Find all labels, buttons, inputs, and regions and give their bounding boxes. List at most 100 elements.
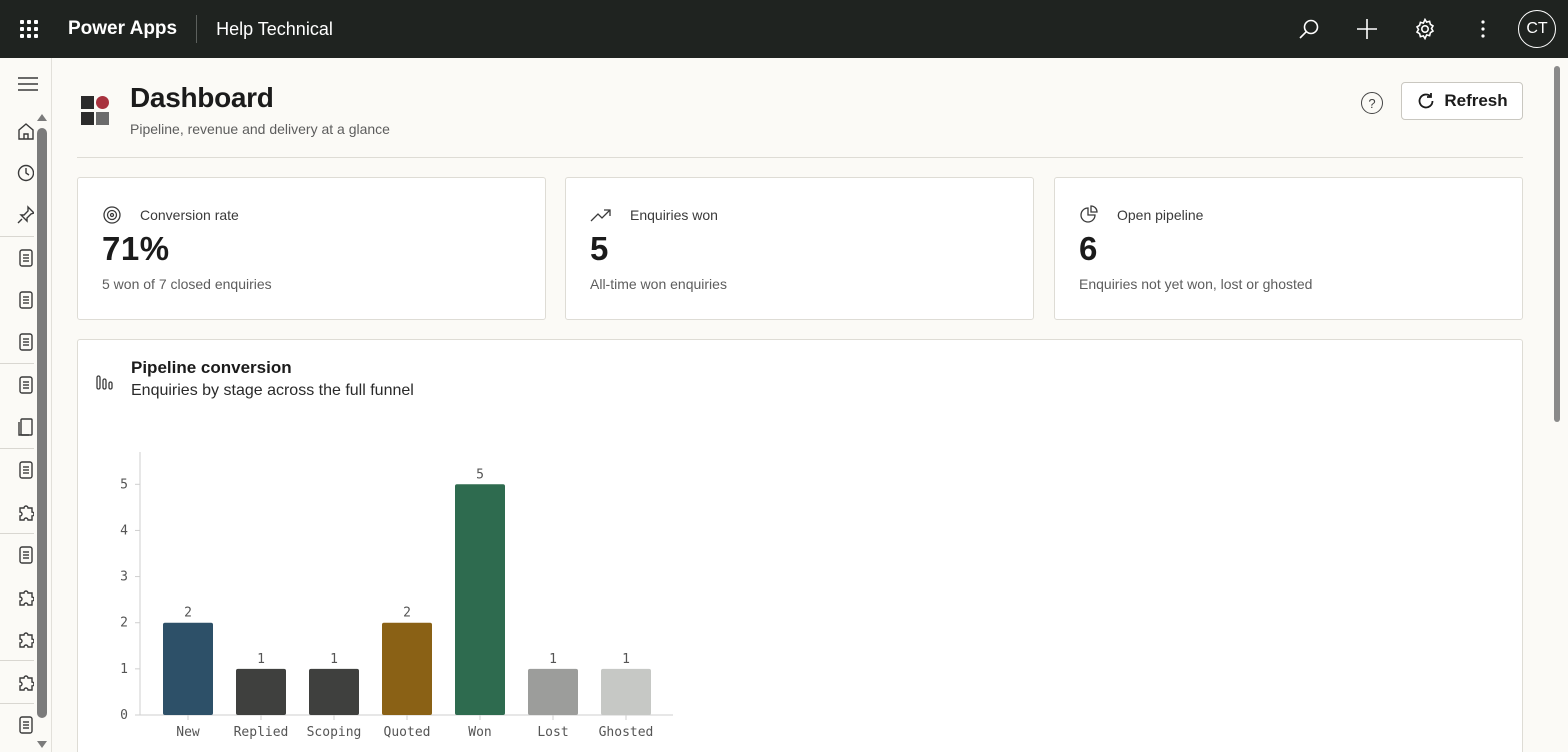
x-tick-label: Lost bbox=[537, 725, 568, 740]
page-header: Dashboard Pipeline, revenue and delivery… bbox=[77, 80, 1523, 158]
scroll-down-arrow-icon[interactable] bbox=[37, 741, 47, 748]
nav-item-entity-9[interactable] bbox=[0, 576, 34, 618]
nav-item-pinned[interactable] bbox=[0, 194, 34, 236]
kpi-note: 5 won of 7 closed enquiries bbox=[102, 276, 272, 292]
x-tick-label: Quoted bbox=[384, 725, 431, 740]
nav-item-entity-8[interactable] bbox=[0, 534, 34, 576]
nav-item-entity-1[interactable] bbox=[0, 237, 34, 279]
kpi-card-open-pipeline: Open pipeline 6 Enquiries not yet won, l… bbox=[1054, 177, 1523, 320]
kpi-note: All-time won enquiries bbox=[590, 276, 727, 292]
nav-item-entity-6[interactable] bbox=[0, 449, 34, 491]
x-tick-label: Won bbox=[468, 725, 491, 740]
nav-item-entity-2[interactable] bbox=[0, 279, 34, 321]
target-icon bbox=[103, 206, 121, 224]
document-icon bbox=[19, 461, 33, 479]
document-icon bbox=[19, 546, 33, 564]
y-tick-label: 3 bbox=[120, 570, 128, 585]
waffle-icon bbox=[20, 20, 38, 38]
nav-item-recent[interactable] bbox=[0, 152, 34, 194]
bar bbox=[455, 484, 505, 715]
document-icon bbox=[19, 249, 33, 267]
kpi-value: 5 bbox=[590, 230, 609, 267]
bar bbox=[601, 668, 651, 715]
environment-name[interactable]: Help Technical bbox=[216, 19, 333, 40]
nav-toggle-button[interactable] bbox=[18, 76, 38, 97]
user-avatar[interactable]: CT bbox=[1518, 10, 1556, 48]
nav-item-entity-5[interactable] bbox=[0, 406, 34, 448]
kpi-cards: Conversion rate 71% 5 won of 7 closed en… bbox=[77, 177, 1523, 320]
document-icon bbox=[19, 716, 33, 734]
kpi-label: Open pipeline bbox=[1117, 207, 1204, 223]
nav-item-entity-4[interactable] bbox=[0, 364, 34, 406]
x-tick-label: New bbox=[176, 725, 200, 740]
kpi-value: 6 bbox=[1079, 230, 1098, 267]
nav-item-entity-10[interactable] bbox=[0, 618, 34, 660]
main-content: Dashboard Pipeline, revenue and delivery… bbox=[53, 58, 1552, 752]
scroll-up-arrow-icon[interactable] bbox=[37, 114, 47, 121]
bar bbox=[309, 668, 359, 715]
nav-item-entity-11[interactable] bbox=[0, 661, 34, 703]
refresh-icon bbox=[1418, 93, 1434, 109]
app-name[interactable]: Power Apps bbox=[68, 18, 177, 40]
pie-chart-icon bbox=[1080, 205, 1098, 223]
page-scrollbar[interactable] bbox=[1552, 58, 1568, 752]
bar-value-label: 5 bbox=[476, 467, 484, 482]
hamburger-icon bbox=[18, 77, 38, 91]
new-button[interactable] bbox=[1338, 0, 1396, 58]
nav-scrollbar[interactable] bbox=[36, 110, 48, 750]
y-tick-label: 5 bbox=[120, 477, 128, 492]
more-vertical-icon bbox=[1481, 20, 1485, 38]
bar bbox=[236, 668, 286, 715]
bar-value-label: 1 bbox=[257, 652, 265, 667]
search-button[interactable] bbox=[1280, 0, 1338, 58]
search-icon bbox=[1299, 19, 1319, 39]
puzzle-icon bbox=[19, 505, 34, 521]
y-tick-label: 4 bbox=[120, 523, 128, 538]
kpi-label: Conversion rate bbox=[140, 207, 239, 223]
y-tick-label: 1 bbox=[120, 662, 128, 677]
bar bbox=[528, 668, 578, 715]
kpi-card-enquiries-won: Enquiries won 5 All-time won enquiries bbox=[565, 177, 1034, 320]
clock-icon bbox=[17, 164, 34, 182]
refresh-button-label: Refresh bbox=[1444, 91, 1508, 110]
notebook-icon bbox=[18, 418, 33, 436]
bar-value-label: 1 bbox=[549, 652, 557, 667]
top-bar: Power Apps Help Technical CT bbox=[0, 0, 1568, 58]
nav-item-entity-12[interactable] bbox=[0, 704, 34, 746]
x-tick-label: Replied bbox=[234, 725, 289, 740]
page-title: Dashboard bbox=[130, 82, 274, 113]
page-subtitle: Pipeline, revenue and delivery at a glan… bbox=[130, 121, 390, 137]
help-icon: ? bbox=[1368, 95, 1376, 111]
nav-item-entity-3[interactable] bbox=[0, 321, 34, 363]
y-tick-label: 2 bbox=[120, 616, 128, 631]
home-icon bbox=[18, 123, 34, 140]
refresh-button[interactable]: Refresh bbox=[1401, 82, 1523, 120]
plus-icon bbox=[1357, 19, 1377, 39]
more-button[interactable] bbox=[1454, 0, 1512, 58]
page-scrollbar-thumb[interactable] bbox=[1554, 66, 1560, 422]
settings-button[interactable] bbox=[1396, 0, 1454, 58]
bar-value-label: 1 bbox=[622, 652, 630, 667]
document-icon bbox=[19, 333, 33, 351]
bar bbox=[163, 622, 213, 715]
kpi-card-conversion-rate: Conversion rate 71% 5 won of 7 closed en… bbox=[77, 177, 546, 320]
bar bbox=[382, 622, 432, 715]
puzzle-icon bbox=[19, 590, 34, 606]
left-navigation-rail bbox=[0, 58, 52, 752]
document-icon bbox=[19, 376, 33, 394]
app-launcher-button[interactable] bbox=[0, 0, 58, 58]
pipeline-bar-chart: 0 1 2 3 4 5 2 New 1 Replied 1 Scoping 2 Quoted 5 Won 1 Lo… bbox=[120, 452, 673, 740]
nav-scrollbar-thumb[interactable] bbox=[37, 128, 47, 718]
nav-item-home[interactable] bbox=[0, 110, 34, 152]
help-button[interactable]: ? bbox=[1361, 92, 1383, 114]
kpi-label: Enquiries won bbox=[630, 207, 718, 223]
gear-icon bbox=[1415, 18, 1435, 40]
bar-value-label: 1 bbox=[330, 652, 338, 667]
x-tick-label: Ghosted bbox=[599, 725, 654, 740]
puzzle-icon bbox=[19, 675, 34, 691]
pipeline-conversion-panel: Pipeline conversion Enquiries by stage a… bbox=[77, 339, 1523, 752]
x-tick-label: Scoping bbox=[307, 725, 362, 740]
y-tick-label: 0 bbox=[120, 708, 128, 723]
document-icon bbox=[19, 291, 33, 309]
nav-item-entity-7[interactable] bbox=[0, 491, 34, 533]
